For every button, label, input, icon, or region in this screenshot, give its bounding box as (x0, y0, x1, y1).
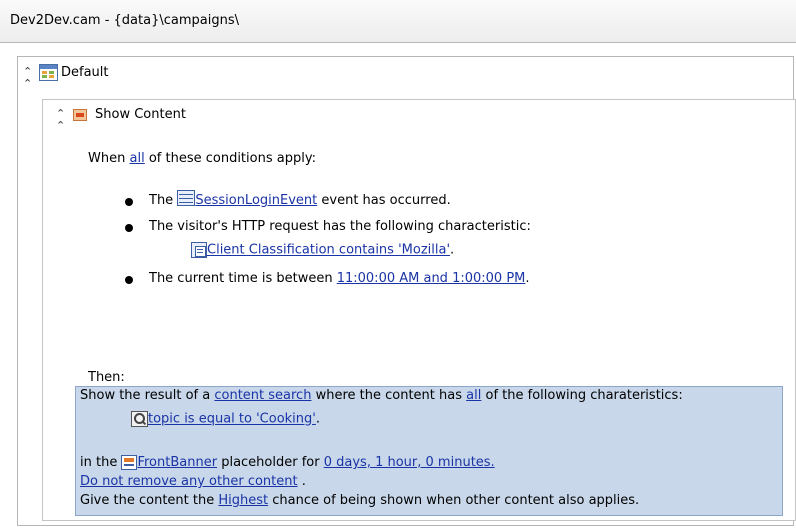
bullet (125, 198, 133, 206)
line1-suffix: of the following charateristics: (485, 388, 683, 403)
condition-http: The visitor's HTTP request has the follo… (125, 219, 531, 234)
then-line-placeholder: in the FrontBanner placeholder for 0 day… (80, 455, 495, 470)
double-chevron-up-icon[interactable]: ⌃ ⌃ (56, 108, 65, 132)
scenario-section: ⌃ ⌃ Default ⌃ ⌃ Show Content When all of t… (17, 56, 796, 526)
condition-event: The SessionLoginEvent event has occurred… (125, 189, 451, 208)
action-header[interactable]: ⌃ ⌃ Show Content (43, 100, 795, 132)
editor-title: Dev2Dev.cam - {data}\campaigns\ (10, 13, 239, 28)
session-login-event-link[interactable]: SessionLoginEvent (195, 193, 317, 208)
intro-prefix: When (88, 151, 126, 166)
intro-suffix: of these conditions apply: (148, 151, 316, 166)
action-section: ⌃ ⌃ Show Content When all of these condit… (42, 99, 796, 521)
front-banner-link[interactable]: FrontBanner (137, 455, 217, 470)
then-actions-box: Show the result of a content search wher… (75, 386, 783, 516)
duration-link[interactable]: 0 days, 1 hour, 0 minutes. (324, 455, 495, 470)
client-classification-link[interactable]: Client Classification contains 'Mozilla' (207, 243, 450, 258)
then-label: Then: (88, 370, 125, 385)
characteristics-all-link[interactable]: all (466, 388, 481, 403)
placeholder-icon (121, 455, 138, 470)
editor-title-bar: Dev2Dev.cam - {data}\campaigns\ (0, 0, 796, 43)
line1-mid: where the content has (315, 388, 463, 403)
content-search-link[interactable]: content search (214, 388, 311, 403)
then-line-topic: topic is equal to 'Cooking'. (131, 411, 320, 427)
line1-prefix: Show the result of a (80, 388, 211, 403)
time-range-link[interactable]: 11:00:00 AM and 1:00:00 PM (337, 271, 526, 286)
then-line-priority: Give the content the Highest chance of b… (80, 493, 639, 508)
line3-mid: placeholder for (221, 455, 320, 470)
condition-time: The current time is between 11:00:00 AM … (125, 271, 530, 286)
then-line-search: Show the result of a content search wher… (80, 388, 683, 403)
time-suffix: . (525, 271, 530, 286)
then-line-remove: Do not remove any other content . (80, 474, 306, 489)
bullet (125, 224, 133, 232)
topic-cooking-link[interactable]: topic is equal to 'Cooking' (148, 412, 316, 427)
show-content-icon (73, 109, 87, 121)
scenario-label: Default (61, 65, 109, 80)
bullet (125, 276, 133, 284)
double-chevron-up-icon[interactable]: ⌃ ⌃ (23, 66, 32, 90)
action-label: Show Content (95, 107, 186, 122)
line5-suffix: chance of being shown when other content… (272, 493, 640, 508)
condition-http-characteristic: Client Classification contains 'Mozilla'… (191, 242, 454, 258)
remove-content-link[interactable]: Do not remove any other content (80, 474, 298, 489)
http-text: The visitor's HTTP request has the follo… (149, 219, 531, 234)
content-search-icon (131, 411, 148, 427)
time-prefix: The current time is between (149, 271, 333, 286)
topic-suffix: . (315, 411, 320, 427)
line3-prefix: in the (80, 455, 118, 470)
event-prefix: The (149, 193, 174, 208)
event-list-icon (177, 189, 196, 206)
scenario-header[interactable]: ⌃ ⌃ Default (18, 57, 793, 90)
scenario-table-icon (39, 64, 58, 81)
event-suffix: event has occurred. (321, 193, 451, 208)
conditions-all-link[interactable]: all (129, 151, 144, 166)
remove-suffix: . (301, 474, 306, 489)
line5-prefix: Give the content the (80, 493, 215, 508)
conditions-intro: When all of these conditions apply: (88, 151, 316, 166)
priority-link[interactable]: Highest (218, 493, 268, 508)
request-property-icon (191, 242, 207, 258)
http-suffix: . (450, 242, 455, 258)
